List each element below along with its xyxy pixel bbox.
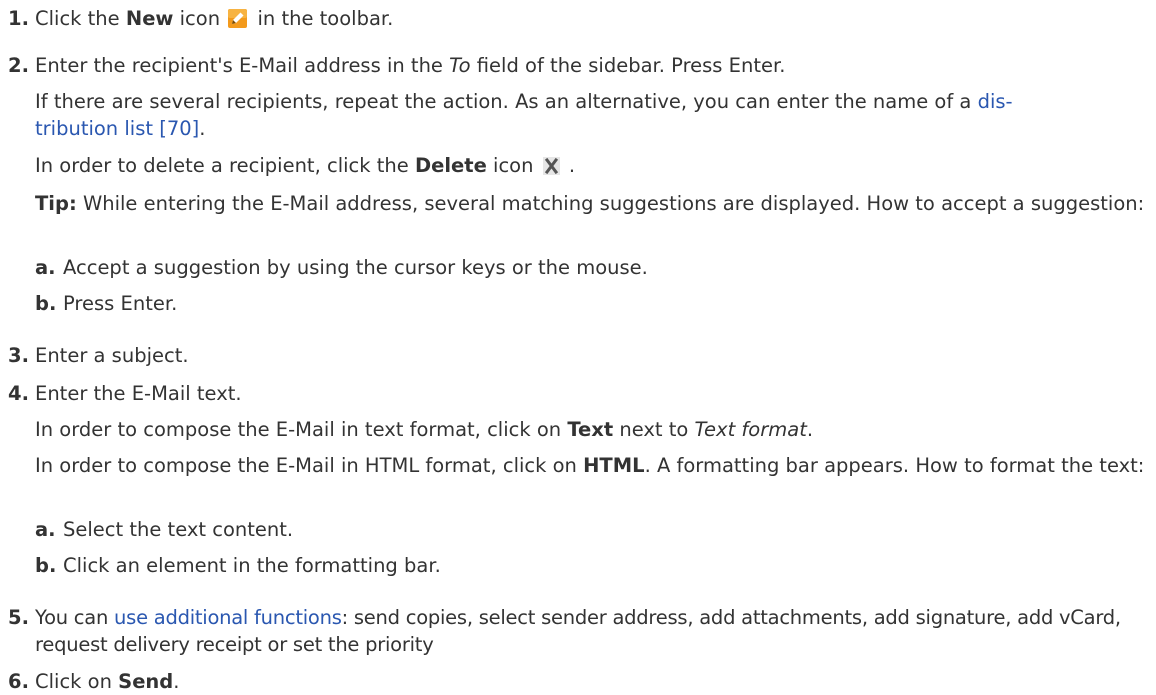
para-text: In order to compose the E-Mail in HTML f…: [35, 454, 584, 477]
step-text: Enter the E-Mail text.: [35, 382, 242, 405]
step-2-para-2: In order to delete a recipient, click th…: [0, 152, 575, 179]
step-number: 5.: [8, 606, 29, 629]
step-2-tip: Tip: While entering the E-Mail address, …: [0, 190, 1145, 217]
step-number: 3.: [8, 344, 29, 367]
para-text: In order to compose the E-Mail in text f…: [35, 418, 568, 441]
substep-text: Press Enter.: [63, 292, 178, 315]
tip-label: Tip:: [35, 192, 77, 215]
additional-functions-link[interactable]: use additional functions: [114, 606, 342, 629]
substep-letter: a.: [35, 256, 56, 279]
step-number: 2.: [8, 54, 29, 77]
step-5: 5. You can use additional functions: sen…: [0, 604, 1153, 658]
step-2: 2. Enter the recipient's E-Mail address …: [0, 52, 785, 79]
substep-text: Accept a suggestion by using the cursor …: [63, 256, 648, 279]
new-icon[interactable]: [228, 8, 248, 28]
para-text: If there are several recipients, repeat …: [35, 90, 978, 113]
substep-letter: a.: [35, 518, 56, 541]
substep-letter: b.: [35, 292, 57, 315]
step-2-substep-a: a. Accept a suggestion by using the curs…: [0, 254, 648, 281]
step-3: 3. Enter a subject.: [0, 342, 189, 369]
step-text: Enter the recipient's E-Mail address in …: [35, 54, 450, 77]
step-2-para-1: If there are several recipients, repeat …: [0, 88, 1150, 142]
step-text: icon: [173, 7, 221, 30]
delete-label: Delete: [414, 154, 487, 177]
step-2-substep-b: b. Press Enter.: [0, 290, 177, 317]
tip-text: While entering the E-Mail address, sever…: [76, 192, 1145, 215]
substep-text: Select the text content.: [63, 518, 294, 541]
step-number: 1.: [8, 7, 29, 30]
step-4-para-1: In order to compose the E-Mail in text f…: [0, 416, 813, 443]
step-number: 6.: [8, 670, 29, 693]
step-text: You can: [35, 606, 115, 629]
step-text: Click on: [35, 670, 119, 693]
step-number: 4.: [8, 382, 29, 405]
step-text: .: [173, 670, 180, 693]
step-4-para-2: In order to compose the E-Mail in HTML f…: [0, 452, 1145, 479]
step-text: in the toolbar.: [251, 7, 394, 30]
para-text: icon: [486, 154, 534, 177]
step-text: Click the: [35, 7, 126, 30]
text-label: Text: [567, 418, 614, 441]
new-label: New: [125, 7, 174, 30]
delete-icon[interactable]: [542, 155, 560, 175]
step-4: 4. Enter the E-Mail text.: [0, 380, 242, 407]
para-text: In order to delete a recipient, click th…: [35, 154, 415, 177]
to-field-label: To: [449, 54, 471, 77]
send-label: Send: [118, 670, 174, 693]
substep-letter: b.: [35, 554, 57, 577]
step-text: field of the sidebar. Press Enter.: [470, 54, 786, 77]
step-4-substep-a: a. Select the text content.: [0, 516, 293, 543]
substep-text: Click an element in the formatting bar.: [63, 554, 441, 577]
para-text: next to: [613, 418, 695, 441]
para-text: .: [199, 117, 206, 140]
step-6: 6. Click on Send.: [0, 668, 179, 695]
step-text: Enter a subject.: [35, 344, 189, 367]
text-format-label: Text format: [694, 418, 807, 441]
step-1: 1. Click the New icon in the toolbar.: [0, 0, 393, 32]
para-text: .: [806, 418, 814, 441]
step-4-substep-b: b. Click an element in the formatting ba…: [0, 552, 441, 579]
html-label: HTML: [583, 454, 645, 477]
para-text: . A formatting bar appears. How to forma…: [644, 454, 1145, 477]
para-text: .: [562, 154, 576, 177]
